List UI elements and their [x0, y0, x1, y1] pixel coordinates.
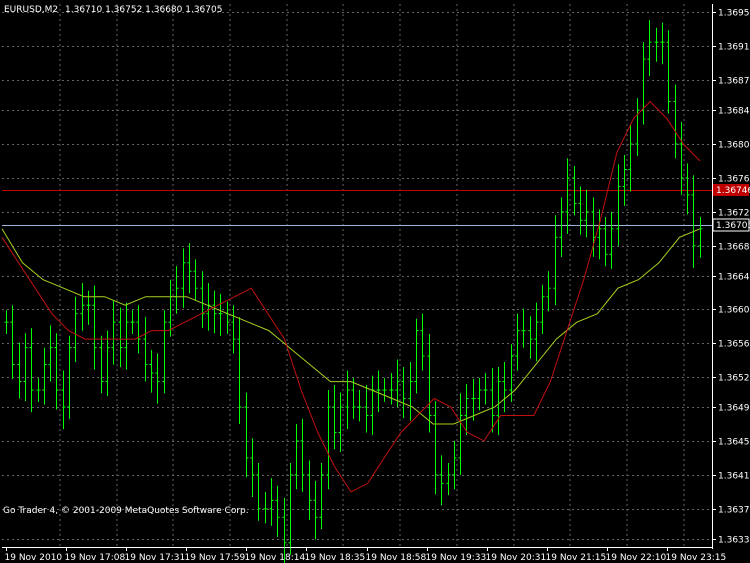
- x-tick-label: 19 Nov 20:31: [486, 553, 547, 563]
- y-tick-label: 1.36370: [718, 506, 750, 516]
- x-tick-label: 19 Nov 18:58: [366, 553, 427, 563]
- y-tick-label: 1.36525: [718, 374, 750, 384]
- x-tick-label: 19 Nov 17:59: [185, 553, 246, 563]
- y-tick-label: 1.36645: [718, 273, 750, 283]
- x-tick-label: 19 Nov 17:08: [65, 553, 126, 563]
- y-tick-label: 1.36875: [718, 77, 750, 87]
- chart-background: [0, 0, 750, 563]
- y-tick-label: 1.36915: [718, 43, 750, 53]
- y-tick-label: 1.36955: [718, 9, 750, 19]
- y-tick-label: 1.36450: [718, 438, 750, 448]
- copyright-text: Go Trader 4, © 2001-2009 MetaQuotes Soft…: [3, 506, 249, 516]
- x-tick-label: 19 Nov 21:15: [546, 553, 607, 563]
- x-tick-label: 19 Nov 19:33: [426, 553, 487, 563]
- y-tick-label: 1.36760: [718, 175, 750, 185]
- y-tick-label: 1.36840: [718, 107, 750, 117]
- price-badge-label: 1.36746: [716, 186, 750, 196]
- price-badge-label: 1.36705: [716, 221, 750, 231]
- y-tick-label: 1.36720: [718, 209, 750, 219]
- x-tick-label: 19 Nov 2010: [5, 553, 63, 563]
- x-tick-label: 19 Nov 18:14: [245, 553, 306, 563]
- y-tick-label: 1.36335: [718, 536, 750, 546]
- y-tick-label: 1.36565: [718, 340, 750, 350]
- y-tick-label: 1.36800: [718, 141, 750, 151]
- y-tick-label: 1.36605: [718, 306, 750, 316]
- y-tick-label: 1.36410: [718, 472, 750, 482]
- x-tick-label: 19 Nov 18:35: [305, 553, 366, 563]
- ohlc-readout: 1.36710 1.36752 1.36680 1.36705: [65, 5, 222, 15]
- x-tick-label: 19 Nov 17:31: [125, 553, 186, 563]
- symbol-title: EURUSD,M2: [4, 5, 58, 15]
- y-tick-label: 1.36490: [718, 404, 750, 414]
- y-tick-label: 1.36680: [718, 243, 750, 253]
- price-chart[interactable]: 1.36955 1.36915 1.36875 1.36840 1.36800 1.367…: [0, 0, 750, 563]
- x-tick-label: 19 Nov 23:15: [666, 553, 727, 563]
- x-tick-label: 19 Nov 22:10: [606, 553, 667, 563]
